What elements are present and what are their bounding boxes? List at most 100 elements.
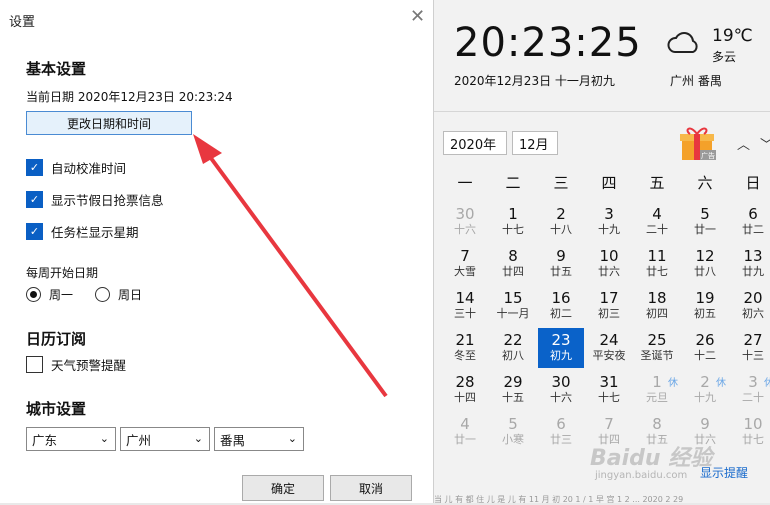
calendar-day[interactable]: 21 冬至 [442,328,488,368]
taskbar-weekday-checkbox[interactable]: ✓ 任务栏显示星期 [26,222,139,241]
lunar-label: 十九 [694,391,716,404]
holiday-rest-badge: 休 [668,378,678,389]
calendar-day[interactable]: 13 廿九 [730,244,770,284]
calendar-subscription-heading: 日历订阅 [26,330,87,348]
calendar-day[interactable]: 7 大雪 [442,244,488,284]
day-number: 29 [503,373,523,391]
calendar-day[interactable]: 26 十二 [682,328,728,368]
city-select[interactable]: 广州 ⌄ [120,427,210,451]
year-select[interactable]: 2020年 [443,131,507,155]
weather-location: 广州 番禺 [670,74,722,88]
calendar-day[interactable]: 6 廿二 [730,202,770,242]
radio-sunday[interactable]: 周日 [95,286,142,303]
day-number: 31 [599,373,619,391]
calendar-day[interactable]: 5 廿一 [682,202,728,242]
weekday-label: 六 [697,174,713,192]
auto-sync-time-checkbox[interactable]: ✓ 自动校准时间 [26,158,126,177]
day-number: 6 [556,415,566,433]
cloud-icon [667,32,698,53]
checkbox-checked-icon: ✓ [26,159,43,176]
calendar-day[interactable]: 8 廿四 [490,244,536,284]
weekday-label: 二 [505,174,521,192]
calendar-day[interactable]: 18 初四 [634,286,680,326]
day-number: 30 [455,205,475,223]
calendar-day[interactable]: 2 十八 [538,202,584,242]
lunar-label: 初八 [502,349,524,362]
calendar-day[interactable]: 9 廿五 [538,244,584,284]
calendar-day[interactable]: 30 十六 [442,202,488,242]
calendar-day[interactable]: 31 十七 [586,370,632,410]
lunar-label: 冬至 [454,349,476,362]
close-icon[interactable]: ✕ [410,8,425,26]
province-value: 广东 [32,432,58,448]
holiday-rest-badge: 休 [764,378,770,389]
calendar-day[interactable]: 25 圣诞节 [634,328,680,368]
calendar-day[interactable]: 12 廿八 [682,244,728,284]
ok-button[interactable]: 确定 [242,475,324,501]
calendar-day[interactable]: 6 廿三 [538,412,584,452]
holiday-ticket-info-checkbox[interactable]: ✓ 显示节假日抢票信息 [26,190,164,209]
lunar-label: 平安夜 [592,349,626,362]
checkbox-checked-icon: ✓ [26,191,43,208]
day-number: 10 [743,415,763,433]
calendar-day[interactable]: 19 初五 [682,286,728,326]
calendar-day[interactable]: 15 十一月 [490,286,536,326]
lunar-label: 初三 [598,307,620,320]
radio-unselected-icon [95,287,111,302]
calendar-day[interactable]: 24 平安夜 [586,328,632,368]
lunar-label: 圣诞节 [640,349,674,362]
calendar-day[interactable]: 1 元旦休 [634,370,680,410]
calendar-day[interactable]: 20 初六 [730,286,770,326]
calendar-day[interactable]: 11 廿七 [634,244,680,284]
calendar-day[interactable]: 3 十九 [586,202,632,242]
gift-ad-icon[interactable]: 广告 [678,124,718,162]
day-number: 8 [508,247,518,265]
day-number: 3 [604,205,614,223]
province-select[interactable]: 广东 ⌄ [26,427,116,451]
checkbox-unchecked-icon [26,356,43,373]
calendar-day[interactable]: 14 三十 [442,286,488,326]
calendar-day[interactable]: 29 十五 [490,370,536,410]
calendar-day[interactable]: 10 廿七 [730,412,770,452]
lunar-label: 初六 [742,307,764,320]
chevron-down-icon[interactable]: ﹀ [760,134,770,153]
calendar-day[interactable]: 1 十七 [490,202,536,242]
lunar-label: 二十 [742,391,764,404]
day-number: 20 [743,289,763,307]
holiday-rest-badge: 休 [716,378,726,389]
day-number: 4 [460,415,470,433]
lunar-label: 十九 [598,223,620,236]
calendar-day[interactable]: 4 二十 [634,202,680,242]
calendar-day[interactable]: 22 初八 [490,328,536,368]
change-date-time-button[interactable]: 更改日期和时间 [26,111,192,135]
weather-condition: 多云 [712,50,737,64]
lunar-label: 初二 [550,307,572,320]
lunar-label: 廿四 [502,265,524,278]
cancel-button[interactable]: 取消 [330,475,412,501]
calendar-day[interactable]: 27 十三 [730,328,770,368]
calendar-day-today[interactable]: 23 初九 [538,328,584,368]
calendar-day[interactable]: 16 初二 [538,286,584,326]
calendar-day[interactable]: 2 十九休 [682,370,728,410]
chevron-up-icon[interactable]: ︿ [737,134,750,153]
weather-alert-label: 天气预警提醒 [51,358,127,373]
calendar-day[interactable]: 4 廿一 [442,412,488,452]
day-number: 19 [695,289,715,307]
month-select[interactable]: 12月 [512,131,558,155]
calendar-day[interactable]: 10 廿六 [586,244,632,284]
day-number: 27 [743,331,763,349]
calendar-day[interactable]: 17 初三 [586,286,632,326]
day-number: 10 [599,247,619,265]
chevron-down-icon: ⌄ [193,432,203,445]
weather-alert-checkbox[interactable]: 天气预警提醒 [26,355,126,374]
calendar-day[interactable]: 3 二十休 [730,370,770,410]
calendar-day[interactable]: 30 十六 [538,370,584,410]
day-number: 21 [455,331,475,349]
district-select[interactable]: 番禺 ⌄ [214,427,304,451]
calendar-day[interactable]: 5 小寒 [490,412,536,452]
chevron-down-icon: ⌄ [287,432,297,445]
radio-monday[interactable]: 周一 [26,286,73,303]
city-settings-heading: 城市设置 [26,400,87,418]
lunar-label: 初四 [646,307,668,320]
calendar-day[interactable]: 28 十四 [442,370,488,410]
